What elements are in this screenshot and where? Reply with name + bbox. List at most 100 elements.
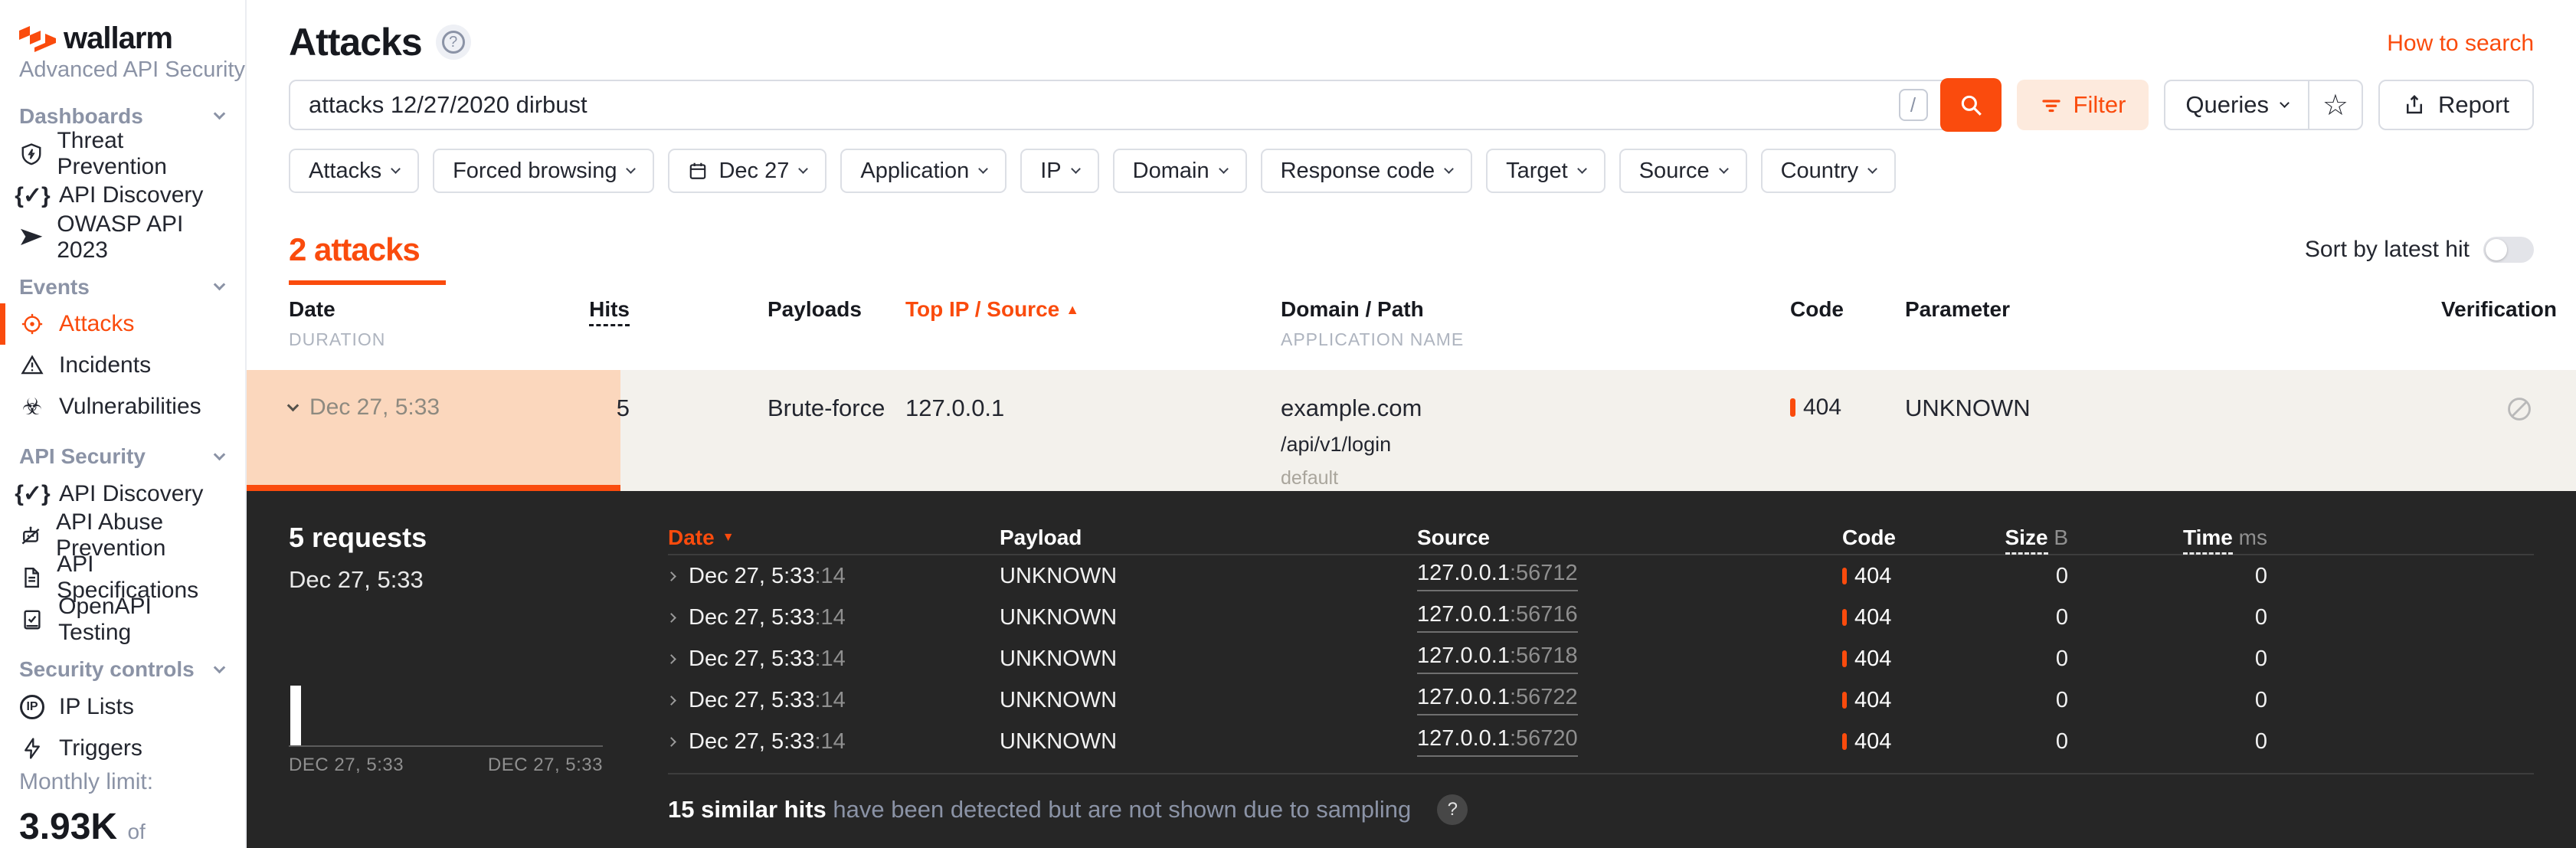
chip-application[interactable]: Application: [840, 149, 1007, 193]
search-input[interactable]: [290, 91, 1899, 119]
chip-attacks[interactable]: Attacks: [289, 149, 420, 193]
braces-check-icon: {✓}: [15, 182, 51, 208]
chevron-down-icon: [213, 107, 226, 120]
chart-end-label: DEC 27, 5:33: [487, 755, 603, 775]
source-link[interactable]: 127.0.0.1:56716: [1417, 602, 1578, 633]
sidebar-item-ip-lists[interactable]: IP IP Lists: [0, 686, 245, 728]
chip-date[interactable]: Dec 27: [668, 149, 827, 193]
col-parameter[interactable]: Parameter: [1905, 297, 2441, 322]
source-link[interactable]: 127.0.0.1:56718: [1417, 643, 1578, 674]
sampling-note: 15 similar hits have been detected but a…: [668, 794, 2534, 825]
calendar-icon: [688, 161, 708, 181]
attack-source: 127.0.0.1: [905, 395, 1005, 421]
col-payload[interactable]: Payload: [1000, 525, 1417, 550]
chip-source[interactable]: Source: [1619, 149, 1747, 193]
biohazard-icon: ☣: [21, 394, 43, 420]
search-icon: [1958, 92, 1984, 118]
report-button[interactable]: Report: [2378, 80, 2534, 130]
attack-code: 404: [1790, 395, 1905, 421]
request-row[interactable]: Dec 27, 5:33:14 UNKNOWN 127.0.0.1:56716 …: [666, 597, 2534, 638]
export-icon: [2403, 93, 2426, 116]
attacks-count: 2 attacks: [289, 231, 421, 267]
chip-country[interactable]: Country: [1760, 149, 1897, 193]
sidebar-item-threat-prevention[interactable]: Threat Prevention: [0, 128, 245, 179]
sort-asc-icon: ▲: [1065, 302, 1080, 317]
shield-bolt-icon: [19, 142, 43, 165]
col-code[interactable]: Code: [1790, 297, 1905, 322]
sidebar-section-events[interactable]: Events: [0, 270, 245, 303]
sidebar-item-openapi-testing[interactable]: OpenAPI Testing: [0, 594, 245, 645]
col-top-ip-source[interactable]: Top IP / Source ▲: [905, 297, 1281, 322]
help-icon[interactable]: ?: [1437, 794, 1468, 825]
sidebar-item-api-abuse-prevention[interactable]: API Abuse Prevention: [0, 509, 245, 561]
chip-forced-browsing[interactable]: Forced browsing: [433, 149, 655, 193]
sidebar-item-api-specifications[interactable]: API Specifications: [0, 552, 245, 603]
help-icon[interactable]: ?: [435, 25, 471, 60]
filter-button[interactable]: Filter: [2016, 80, 2149, 130]
monthly-limit: Monthly limit: 3.93K of: [0, 769, 245, 848]
attack-table-header: Date DURATION Hits Payloads Top IP / Sou…: [247, 297, 2576, 350]
requests-time: Dec 27, 5:33: [289, 566, 424, 593]
verification-none-icon: [2505, 395, 2534, 424]
col-date[interactable]: Date DURATION: [289, 297, 584, 350]
sort-label: Sort by latest hit: [2304, 237, 2470, 262]
chevron-down-icon: [213, 279, 226, 291]
col-time[interactable]: Time ms: [2183, 525, 2267, 555]
sidebar-item-owasp-api-2023[interactable]: OWASP API 2023: [0, 211, 245, 263]
source-link[interactable]: 127.0.0.1:56722: [1417, 685, 1578, 715]
sidebar-item-attacks[interactable]: Attacks: [0, 303, 245, 345]
divider: [668, 773, 2534, 774]
checkbox-doc-icon: [19, 608, 44, 631]
source-link[interactable]: 127.0.0.1:56712: [1417, 561, 1578, 591]
favorite-star-button[interactable]: ☆: [2307, 81, 2362, 129]
how-to-search-link[interactable]: How to search: [2387, 31, 2534, 57]
slash-shortcut-icon: /: [1898, 89, 1928, 121]
col-domain-path[interactable]: Domain / Path APPLICATION NAME: [1281, 297, 1790, 350]
col-source[interactable]: Source: [1417, 525, 1842, 550]
request-row[interactable]: Dec 27, 5:33:14 UNKNOWN 127.0.0.1:56718 …: [666, 638, 2534, 679]
col-verification[interactable]: Verification: [2441, 297, 2557, 322]
filter-chips: Attacks Forced browsing Dec 27 Applicati…: [289, 149, 2534, 193]
active-tab-indicator: [289, 280, 446, 285]
sidebar-item-incidents[interactable]: Incidents: [0, 345, 245, 386]
sidebar-section-api-security[interactable]: API Security: [0, 440, 245, 473]
attack-details-panel: 5 requests Dec 27, 5:33 DEC 27, 5:33 DEC…: [247, 491, 2576, 848]
chevron-right-icon: [666, 612, 676, 623]
sidebar-item-triggers[interactable]: Triggers: [0, 728, 245, 769]
monthly-limit-label: Monthly limit:: [19, 769, 154, 794]
source-link[interactable]: 127.0.0.1:56720: [1417, 726, 1578, 757]
col-date[interactable]: Date ▼: [668, 525, 1000, 550]
col-hits[interactable]: Hits: [589, 297, 630, 326]
request-row[interactable]: Dec 27, 5:33:14 UNKNOWN 127.0.0.1:56720 …: [666, 721, 2534, 762]
col-code[interactable]: Code: [1842, 525, 1976, 550]
chip-target[interactable]: Target: [1486, 149, 1605, 193]
requests-mini-chart: [289, 630, 603, 747]
lightning-icon: [19, 737, 45, 760]
queries-dropdown[interactable]: Queries: [2165, 81, 2308, 129]
document-icon: [19, 566, 43, 589]
page-title: Attacks: [289, 21, 423, 64]
attack-domain: example.com /api/v1/login default: [1281, 395, 1422, 489]
chip-response-code[interactable]: Response code: [1260, 149, 1473, 193]
sidebar-item-vulnerabilities[interactable]: ☣ Vulnerabilities: [0, 386, 245, 427]
col-payloads[interactable]: Payloads: [630, 297, 905, 322]
sidebar-item-api-discovery-2[interactable]: {✓} API Discovery: [0, 473, 245, 515]
sidebar: wallarm Advanced API Security Dashboards…: [0, 0, 247, 848]
chevron-down-icon: [213, 448, 226, 460]
attack-row[interactable]: Dec 27, 5:33 5 Brute-force 127.0.0.1 exa…: [247, 370, 2576, 491]
request-row[interactable]: Dec 27, 5:33:14 UNKNOWN 127.0.0.1:56712 …: [666, 555, 2534, 597]
requests-table-header: Date ▼ Payload Source Code Size B Time ms: [668, 522, 2534, 555]
warning-triangle-icon: [19, 354, 45, 377]
brand-name: wallarm: [64, 21, 173, 55]
chip-ip[interactable]: IP: [1020, 149, 1099, 193]
search-button[interactable]: [1939, 78, 2002, 132]
search-bar: /: [289, 78, 2002, 132]
request-row[interactable]: Dec 27, 5:33:14 UNKNOWN 127.0.0.1:56722 …: [666, 679, 2534, 721]
chip-domain[interactable]: Domain: [1112, 149, 1247, 193]
sort-toggle[interactable]: [2483, 237, 2534, 263]
col-size[interactable]: Size B: [2005, 525, 2068, 555]
sidebar-section-security-controls[interactable]: Security controls: [0, 653, 245, 686]
sidebar-item-api-discovery[interactable]: {✓} API Discovery: [0, 175, 245, 216]
logo: wallarm Advanced API Security: [0, 0, 245, 87]
bot-crossed-icon: [19, 524, 42, 547]
